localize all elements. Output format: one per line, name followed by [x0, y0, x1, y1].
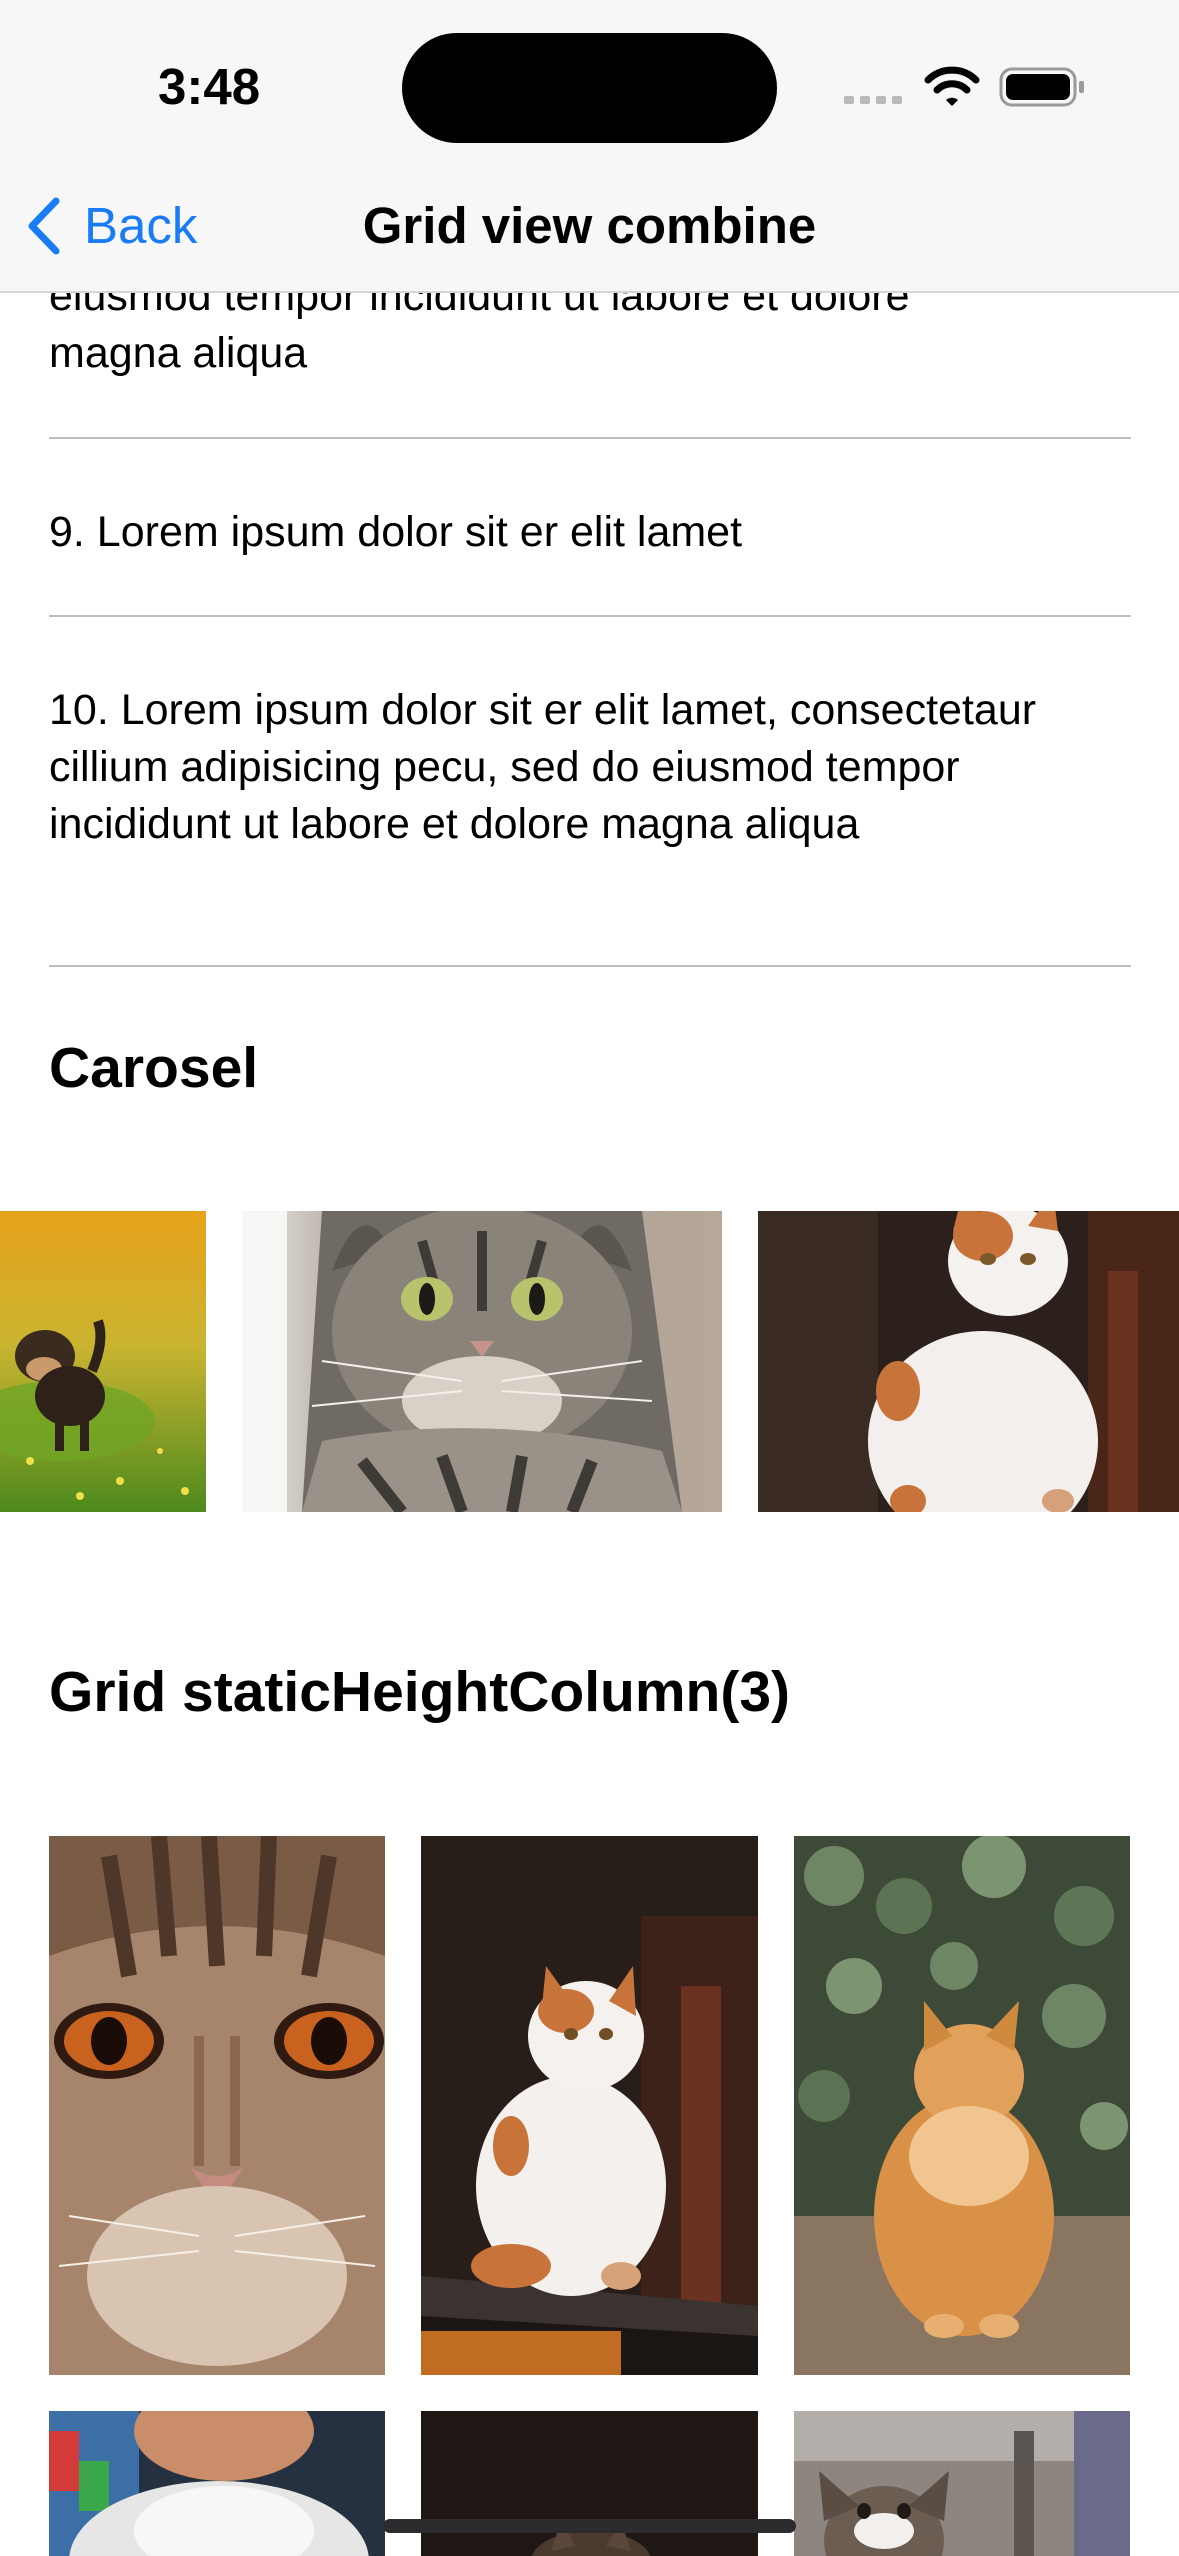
grid-cell-5[interactable] — [421, 2411, 758, 2556]
grid-cell-4[interactable] — [49, 2411, 385, 2556]
list-item-10: 10. Lorem ipsum dolor sit er elit lamet,… — [49, 686, 1037, 848]
status-time: 3:48 — [158, 58, 261, 115]
battery-icon — [999, 67, 1084, 107]
orange-cat-plants-photo — [794, 1836, 1130, 2375]
top-bar: 3:48 Back Grid view combine — [0, 0, 1179, 293]
white-cat-photo — [49, 2411, 385, 2556]
carousel-title: Carosel — [49, 1036, 259, 1100]
carousel-item-tabby-cat[interactable] — [242, 1211, 722, 1512]
dog-photo — [0, 1211, 206, 1512]
calico-cat-photo — [758, 1211, 1179, 1512]
grid-cell-6[interactable] — [794, 2411, 1130, 2556]
list-divider — [49, 615, 1131, 617]
nav-title: Grid view combine — [362, 197, 817, 254]
cat-face-closeup-photo — [49, 1836, 385, 2375]
tabby-cat-photo — [242, 1211, 722, 1512]
list-divider — [49, 965, 1131, 967]
home-indicator[interactable] — [383, 2519, 796, 2533]
screen: eiusmod tempor incididunt ut labore et d… — [0, 0, 1179, 2556]
wifi-icon — [924, 66, 980, 106]
list-divider — [49, 437, 1131, 439]
calico-cat-sitting-photo — [421, 1836, 758, 2375]
kitten-photo — [794, 2411, 1130, 2556]
carousel-item-calico-cat[interactable] — [758, 1211, 1179, 1512]
carousel[interactable] — [0, 1211, 1179, 1512]
dynamic-island — [402, 33, 777, 143]
scroll-content[interactable]: eiusmod tempor incididunt ut labore et d… — [0, 0, 1179, 2556]
dark-cat-photo — [421, 2411, 758, 2556]
grid-cell-1[interactable] — [49, 1836, 385, 2375]
list-item-9: 9. Lorem ipsum dolor sit er elit lamet — [49, 508, 743, 556]
cellular-signal-icon — [844, 96, 902, 104]
list-item-partial-line2: magna aliqua — [49, 329, 308, 377]
grid-cell-3[interactable] — [794, 1836, 1130, 2375]
grid-cell-2[interactable] — [421, 1836, 758, 2375]
carousel-item-dog[interactable] — [0, 1211, 206, 1512]
status-icons — [844, 66, 1084, 107]
grid-title: Grid staticHeightColumn(3) — [49, 1660, 791, 1724]
